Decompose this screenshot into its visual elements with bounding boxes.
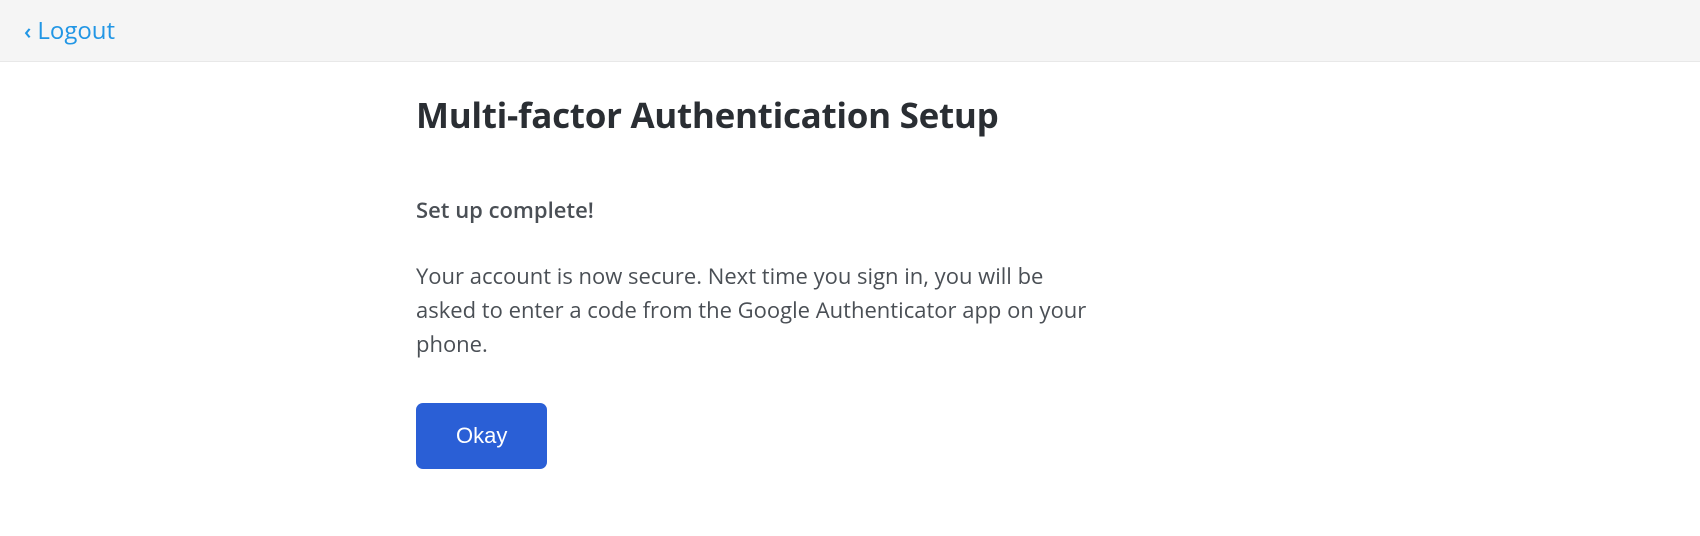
chevron-left-icon: ‹ (24, 20, 31, 42)
logout-label: Logout (37, 14, 115, 47)
top-bar: ‹ Logout (0, 0, 1700, 62)
setup-complete-description: Your account is now secure. Next time yo… (416, 259, 1096, 361)
page-title: Multi-factor Authentication Setup (416, 92, 1156, 139)
logout-link[interactable]: ‹ Logout (24, 14, 115, 47)
okay-button[interactable]: Okay (416, 403, 547, 469)
main-content: Multi-factor Authentication Setup Set up… (416, 62, 1156, 469)
setup-complete-subtitle: Set up complete! (416, 195, 1156, 225)
